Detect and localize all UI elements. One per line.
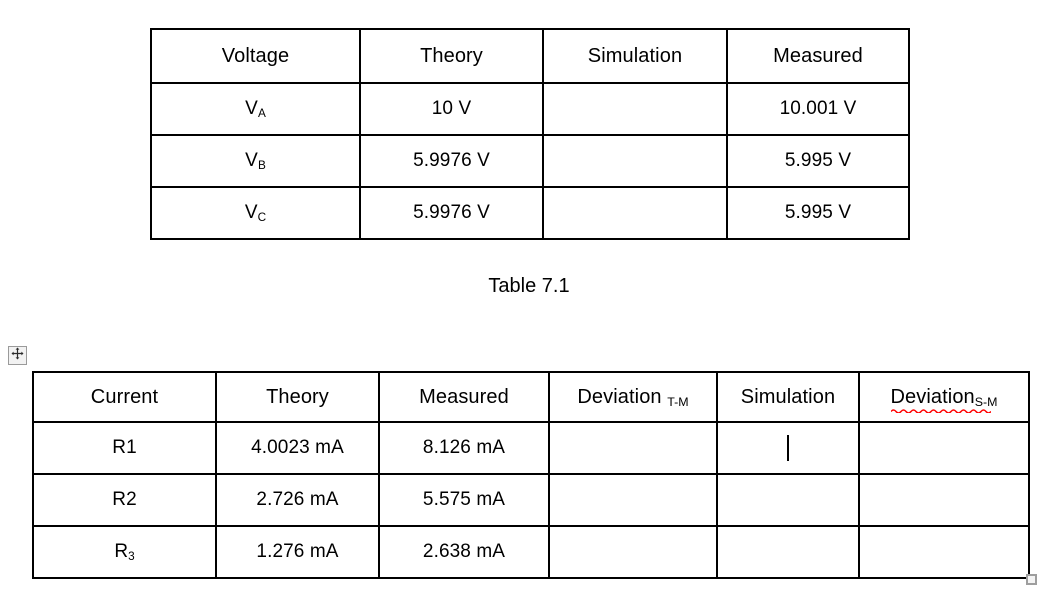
current-row-label-r1[interactable]: R1	[32, 421, 217, 475]
voltage-table[interactable]: Voltage Theory Simulation Measured VA 10…	[150, 28, 910, 240]
current-measured-r3[interactable]: 2.638 mA	[378, 525, 550, 579]
table-row: R2 2.726 mA 5.575 mA	[32, 473, 1030, 527]
voltage-theory-b[interactable]: 5.9976 V	[359, 134, 544, 188]
current-row-label-r2[interactable]: R2	[32, 473, 217, 527]
voltage-row-label-a[interactable]: VA	[150, 82, 361, 136]
current-simulation-r1[interactable]	[716, 421, 860, 475]
current-row-label-r3[interactable]: R3	[32, 525, 217, 579]
voltage-row-label-b[interactable]: VB	[150, 134, 361, 188]
voltage-label-text: V	[244, 202, 258, 223]
current-header-text: Measured	[419, 385, 509, 408]
current-measured-r1[interactable]: 8.126 mA	[378, 421, 550, 475]
voltage-theory-a[interactable]: 10 V	[359, 82, 544, 136]
voltage-measured-b[interactable]: 5.995 V	[726, 134, 910, 188]
current-label-text: R2	[112, 489, 137, 510]
voltage-theory-c[interactable]: 5.9976 V	[359, 186, 544, 240]
current-header-text: Deviation	[577, 385, 668, 408]
text-cursor-caret	[787, 435, 789, 461]
current-header-simulation[interactable]: Simulation	[716, 371, 860, 423]
voltage-label-text: V	[245, 98, 258, 119]
voltage-simulation-a[interactable]	[542, 82, 728, 136]
voltage-measured-c[interactable]: 5.995 V	[726, 186, 910, 240]
table-row: R3 1.276 mA 2.638 mA	[32, 525, 1030, 579]
table-caption: Table 7.1	[488, 275, 570, 297]
current-header-theory[interactable]: Theory	[215, 371, 380, 423]
voltage-label-subscript: A	[257, 107, 266, 121]
current-simulation-r3[interactable]	[716, 525, 860, 579]
table-row: VB 5.9976 V 5.995 V	[150, 134, 910, 188]
current-header-text: Theory	[266, 385, 329, 408]
voltage-header-simulation[interactable]: Simulation	[542, 28, 728, 84]
current-theory-r2[interactable]: 2.726 mA	[215, 473, 380, 527]
current-header-text: Deviation	[890, 385, 975, 408]
voltage-measured-a[interactable]: 10.001 V	[726, 82, 910, 136]
voltage-header-voltage[interactable]: Voltage	[150, 28, 361, 84]
current-measured-r2[interactable]: 5.575 mA	[378, 473, 550, 527]
current-deviation-tm-r1[interactable]	[548, 421, 718, 475]
voltage-row-label-c[interactable]: VC	[150, 186, 361, 240]
current-deviation-sm-r2[interactable]	[858, 473, 1030, 527]
current-header-subscript: S-M	[974, 394, 998, 409]
current-theory-r3[interactable]: 1.276 mA	[215, 525, 380, 579]
voltage-header-theory[interactable]: Theory	[359, 28, 544, 84]
current-deviation-sm-r1[interactable]	[858, 421, 1030, 475]
current-deviation-tm-r2[interactable]	[548, 473, 718, 527]
table-header-row: Current Theory Measured Deviation T-M Si…	[32, 371, 1030, 423]
current-simulation-r2[interactable]	[716, 473, 860, 527]
current-deviation-sm-r3[interactable]	[858, 525, 1030, 579]
table-resize-handle[interactable]	[1026, 574, 1037, 585]
voltage-header-measured[interactable]: Measured	[726, 28, 910, 84]
current-header-text: Current	[90, 385, 159, 408]
current-header-subscript: T-M	[667, 394, 689, 409]
spellcheck-misspelled-word[interactable]: Deviation	[890, 385, 991, 413]
voltage-label-subscript: B	[257, 159, 266, 173]
table-header-row: Voltage Theory Simulation Measured	[150, 28, 910, 84]
move-four-arrows-icon	[11, 347, 24, 365]
current-label-text: R1	[112, 437, 137, 458]
current-header-current[interactable]: Current	[32, 371, 217, 423]
table-row: R1 4.0023 mA 8.126 mA	[32, 421, 1030, 475]
voltage-simulation-b[interactable]	[542, 134, 728, 188]
current-header-deviation-sm[interactable]: Deviation S-M	[858, 371, 1030, 423]
voltage-label-text: V	[245, 150, 258, 171]
current-header-measured[interactable]: Measured	[378, 371, 550, 423]
current-theory-r1[interactable]: 4.0023 mA	[215, 421, 380, 475]
current-table[interactable]: Current Theory Measured Deviation T-M Si…	[32, 371, 1030, 579]
current-header-deviation-tm[interactable]: Deviation T-M	[548, 371, 718, 423]
voltage-label-subscript: C	[257, 211, 267, 225]
current-label-subscript: 3	[128, 550, 135, 564]
current-deviation-tm-r3[interactable]	[548, 525, 718, 579]
table-row: VA 10 V 10.001 V	[150, 82, 910, 136]
table-row: VC 5.9976 V 5.995 V	[150, 186, 910, 240]
current-header-text: Simulation	[740, 385, 836, 408]
table-move-handle[interactable]	[8, 346, 27, 365]
voltage-simulation-c[interactable]	[542, 186, 728, 240]
current-label-text: R	[114, 541, 129, 562]
